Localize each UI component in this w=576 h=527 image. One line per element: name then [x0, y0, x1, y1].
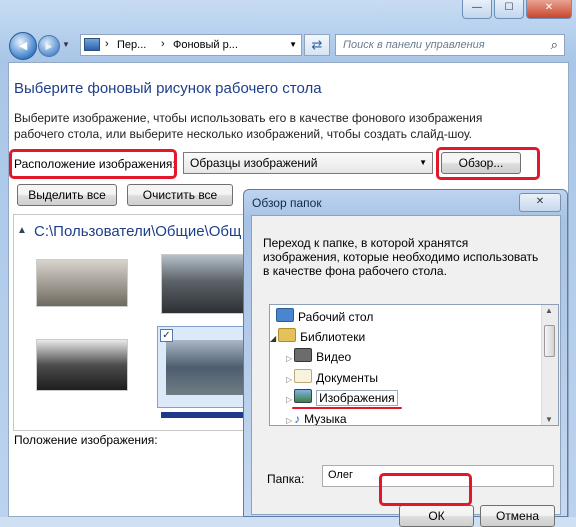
clear-all-button[interactable]: Очистить все [127, 184, 233, 206]
scroll-thumb[interactable] [544, 325, 555, 357]
music-icon: ♪ [294, 412, 301, 426]
tree-item-label: Документы [316, 371, 379, 385]
ok-highlight [379, 473, 472, 506]
video-icon [294, 348, 313, 362]
history-dropdown-icon[interactable]: ▼ [62, 40, 70, 49]
page-title: Выберите фоновый рисунок рабочего стола [14, 80, 322, 97]
tree-item-label: Музыка [304, 412, 347, 426]
collapsed-arrow-icon: ▷ [286, 375, 293, 384]
tree-item-desktop[interactable]: Рабочий стол [276, 307, 373, 327]
close-button[interactable]: ✕ [526, 0, 572, 19]
address-bar[interactable]: › Пер... › Фоновый р... ▼ [80, 34, 302, 56]
desktop-icon [276, 308, 294, 322]
refresh-icon: ⇄ [311, 37, 323, 52]
location-highlight [9, 149, 177, 179]
scroll-down-icon[interactable]: ▼ [545, 415, 553, 424]
refresh-button[interactable]: ⇄ [304, 34, 330, 56]
pictures-icon [294, 389, 313, 403]
browse-highlight [436, 147, 540, 180]
search-input[interactable]: Поиск в панели управления [343, 39, 485, 51]
breadcrumb-item-current[interactable]: Фоновый р... [173, 39, 238, 51]
position-label: Положение изображения: [14, 433, 158, 447]
address-dropdown-icon[interactable]: ▼ [289, 40, 297, 49]
breadcrumb-separator-icon: › [161, 38, 165, 50]
wallpaper-thumbnail-selected[interactable]: ✓ [157, 326, 255, 408]
location-dropdown[interactable]: Образцы изображений ▼ [183, 152, 433, 174]
folder-input-value: Олег [328, 469, 353, 481]
tree-item-video[interactable]: ▷ Видео [286, 347, 351, 367]
tree-item-label: Библиотеки [300, 330, 366, 344]
search-icon[interactable]: ⌕ [551, 37, 558, 53]
back-arrow-icon: ◀ [18, 40, 28, 52]
scroll-up-icon[interactable]: ▲ [545, 306, 553, 315]
breadcrumb-item[interactable]: Пер... [117, 39, 146, 51]
forward-arrow-icon: ▶ [45, 41, 53, 51]
page-description: Выберите изображение, чтобы использовать… [14, 111, 483, 141]
cancel-button[interactable]: Отмена [480, 505, 555, 527]
tree-item-label: Изображения [316, 390, 398, 406]
thumbnail-image [166, 340, 248, 395]
dialog-title: Обзор папок [252, 196, 322, 210]
forward-button[interactable]: ▶ [38, 35, 60, 57]
minimize-button[interactable]: — [462, 0, 492, 19]
select-all-button[interactable]: Выделить все [17, 184, 117, 206]
breadcrumb-separator-icon: › [105, 38, 109, 50]
wallpaper-thumbnail[interactable] [161, 254, 253, 314]
wallpaper-thumbnail[interactable] [36, 259, 128, 307]
tree-item-label: Видео [316, 350, 352, 364]
control-panel-window: — ☐ ✕ ◀ ▶ ▼ › Пер... › Фоновый р... ▼ ⇄ … [0, 0, 576, 527]
maximize-button[interactable]: ☐ [494, 0, 524, 19]
tree-scrollbar[interactable]: ▲ ▼ [541, 305, 558, 425]
control-panel-icon [84, 38, 100, 51]
gallery-group-expander-icon[interactable]: ▲ [17, 225, 27, 236]
dialog-body: Переход к папке, в которой хранятся изоб… [251, 215, 561, 527]
collapsed-arrow-icon: ▷ [286, 395, 293, 404]
dialog-description: Переход к папке, в которой хранятся изоб… [263, 236, 539, 278]
selected-checkbox[interactable]: ✓ [160, 329, 173, 342]
dialog-close-button[interactable]: ✕ [519, 193, 561, 212]
folder-path-heading: C:\Пользователи\Общие\Общ [34, 223, 242, 240]
browse-folder-dialog: Обзор папок ✕ Переход к папке, в которой… [243, 189, 568, 527]
wallpaper-thumbnail[interactable] [36, 339, 128, 391]
folder-label: Папка: [267, 472, 305, 486]
collapsed-arrow-icon: ▷ [286, 354, 293, 363]
tree-item-label: Рабочий стол [298, 310, 374, 324]
wallpaper-thumbnail-partial[interactable] [161, 412, 251, 418]
expanded-arrow-icon: ◢ [270, 334, 277, 343]
collapsed-arrow-icon: ▷ [286, 416, 293, 425]
tree-item-pictures[interactable]: ▷ Изображения [286, 388, 398, 408]
back-button[interactable]: ◀ [9, 32, 37, 60]
location-dropdown-value: Образцы изображений [190, 156, 318, 170]
libraries-icon [278, 328, 297, 342]
search-box[interactable]: Поиск в панели управления ⌕ [335, 34, 565, 56]
ok-button[interactable]: ОК [399, 505, 474, 527]
tree-item-documents[interactable]: ▷ Документы [286, 368, 378, 388]
documents-icon [294, 369, 313, 383]
folder-tree[interactable]: Рабочий стол ◢ Библиотеки ▷ Видео ▷ Докумен… [269, 304, 559, 426]
tree-item-libraries[interactable]: ◢ Библиотеки [270, 327, 365, 347]
window-controls: — ☐ ✕ [462, 0, 572, 19]
tree-item-music[interactable]: ▷ ♪ Музыка [286, 409, 347, 426]
chevron-down-icon: ▼ [419, 158, 427, 167]
